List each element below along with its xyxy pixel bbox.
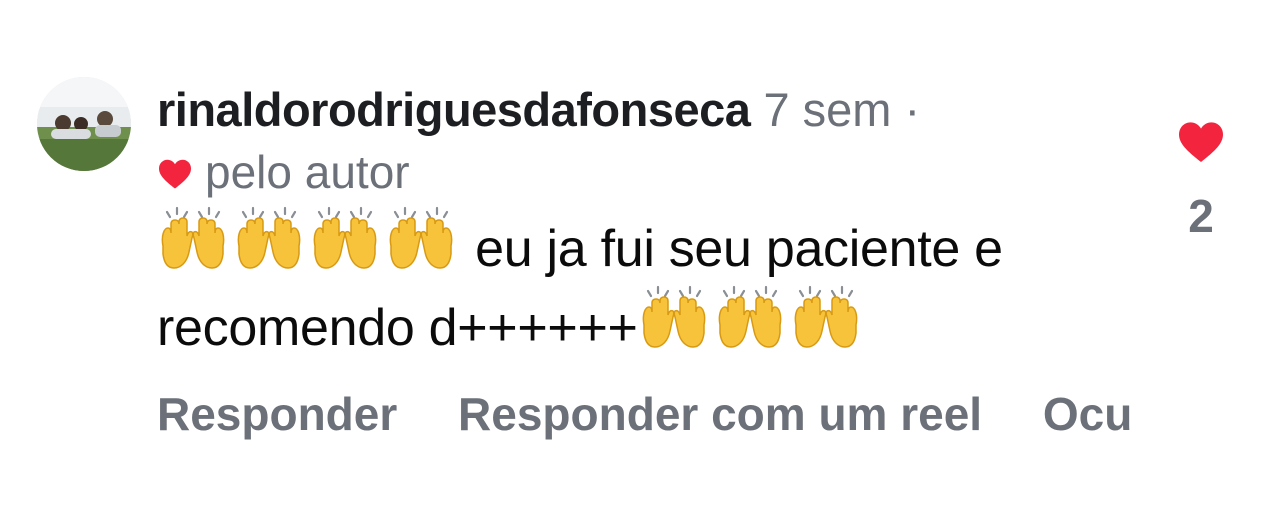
raising-hands-emoji: [638, 285, 710, 351]
username[interactable]: rinaldorodriguesdafonseca: [157, 83, 751, 136]
comment-text-line2: recomendo d++++++: [157, 299, 638, 357]
raising-hands-emoji: [385, 206, 457, 272]
like-column: 2: [1166, 120, 1236, 243]
liked-by-author: pelo autor: [157, 142, 1167, 202]
raising-hands-emoji: [790, 285, 862, 351]
raising-hands-emoji: [233, 206, 305, 272]
comment-actions: Responder Responder com um reel Ocu: [157, 384, 1180, 444]
raising-hands-emoji: [157, 206, 229, 272]
heart-icon: [159, 159, 191, 189]
reply-button[interactable]: Responder: [157, 388, 397, 440]
raising-hands-emoji: [714, 285, 786, 351]
hide-button[interactable]: Ocu: [1043, 388, 1132, 440]
like-heart-icon[interactable]: [1177, 120, 1225, 164]
timestamp: 7 sem: [763, 83, 892, 136]
like-count[interactable]: 2: [1166, 189, 1236, 243]
comment-header: rinaldorodriguesdafonseca 7 sem ·: [157, 80, 1167, 140]
avatar[interactable]: [37, 77, 131, 171]
author-label: pelo autor: [205, 146, 410, 198]
separator-dot: ·: [904, 83, 921, 136]
comment: rinaldorodriguesdafonseca 7 sem · pelo a…: [157, 80, 1167, 364]
comment-text-line1: eu ja fui seu paciente e: [475, 220, 1003, 278]
raising-hands-emoji: [309, 206, 381, 272]
comment-text: eu ja fui seu paciente e recomendo d++++…: [157, 206, 1167, 364]
reply-with-reel-button[interactable]: Responder com um reel: [458, 388, 982, 440]
